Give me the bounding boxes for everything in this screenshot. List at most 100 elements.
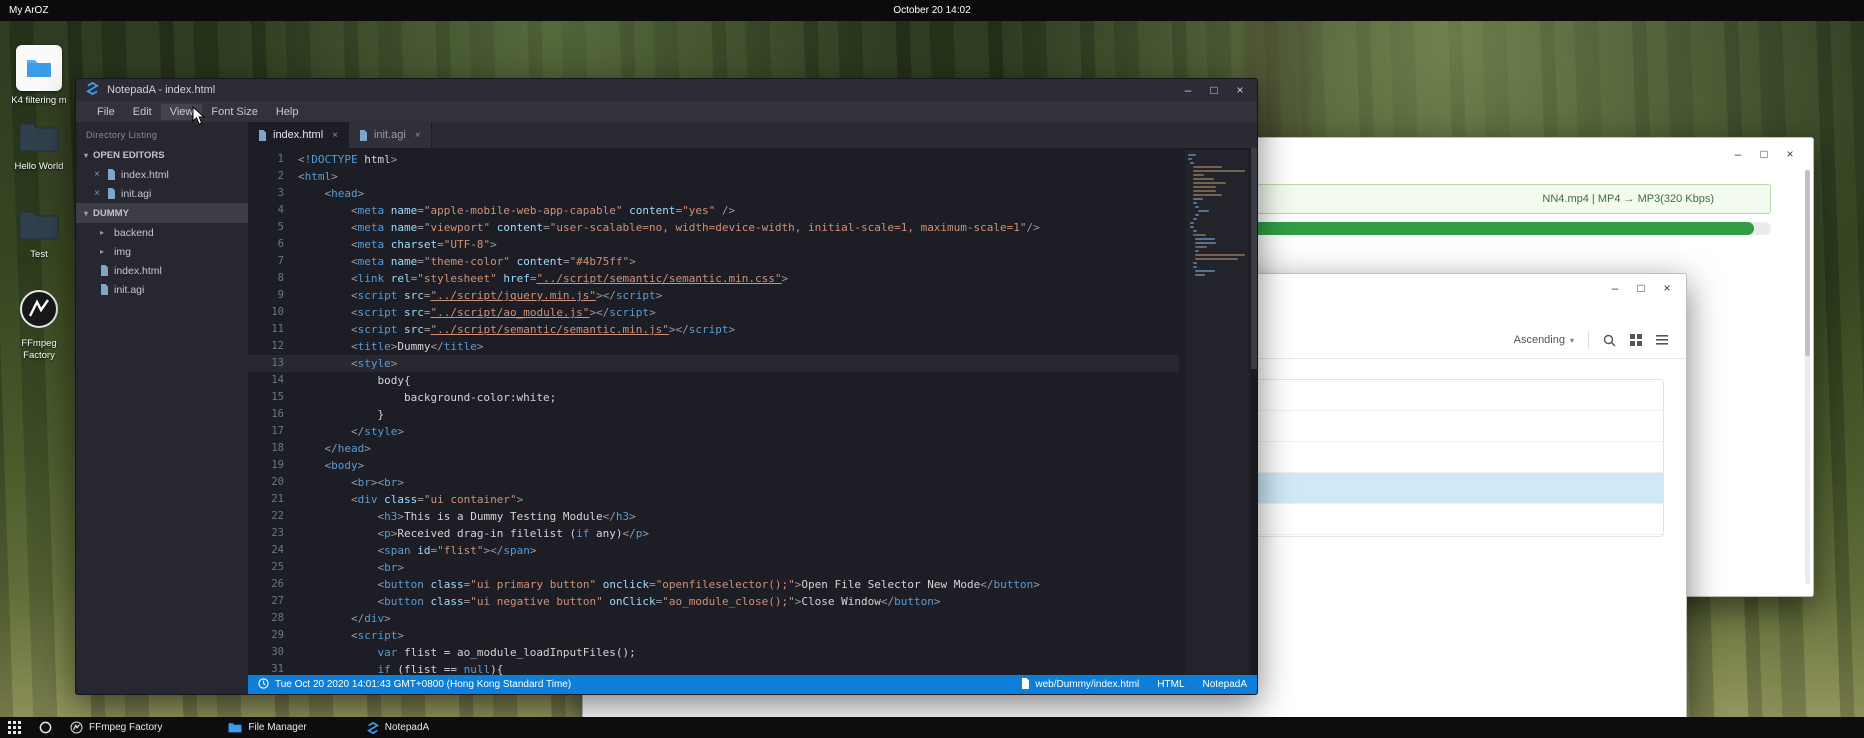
code-line: 10 <script src="../script/ao_module.js">… [248, 304, 1179, 321]
close-button[interactable]: × [1233, 83, 1247, 97]
minimap[interactable] [1185, 150, 1249, 675]
tree-item-backend[interactable]: ▸backend [76, 223, 248, 242]
line-number: 2 [248, 168, 298, 185]
code-line: 18 </head> [248, 440, 1179, 457]
code-line: 12 <title>Dummy</title> [248, 338, 1179, 355]
close-tab-icon[interactable]: × [415, 130, 421, 141]
desktop-icon-k4-filtering[interactable]: K4 filtering m [8, 45, 70, 107]
ffmpeg-factory-icon [70, 721, 83, 734]
minimap-line [1193, 166, 1222, 168]
code-text: <title>Dummy</title> [298, 338, 483, 355]
editor-scrollbar[interactable] [1251, 148, 1257, 675]
line-number: 9 [248, 287, 298, 304]
close-file-icon[interactable]: × [92, 188, 102, 199]
code-line: 5 <meta name="viewport" content="user-sc… [248, 219, 1179, 236]
grid-view-icon[interactable] [1630, 334, 1642, 346]
open-editors-list: ×index.html×init.agi [76, 165, 248, 203]
minimap-line [1195, 270, 1215, 272]
tab-init-agi[interactable]: init.agi× [349, 122, 432, 148]
tree-item-init-agi[interactable]: init.agi [76, 280, 248, 299]
maximize-button[interactable]: □ [1207, 83, 1221, 97]
line-number: 7 [248, 253, 298, 270]
minimap-line [1195, 246, 1207, 248]
code-lines[interactable]: 1<!DOCTYPE html>2<html>3 <head>4 <meta n… [248, 148, 1179, 675]
caret-right-icon: ▸ [100, 228, 104, 237]
maximize-button[interactable]: □ [1757, 147, 1771, 161]
code-line: 25 <br> [248, 559, 1179, 576]
close-file-icon[interactable]: × [92, 169, 102, 180]
code-line: 9 <script src="../script/jquery.min.js">… [248, 287, 1179, 304]
sort-dropdown[interactable]: Ascending ▾ [1514, 334, 1574, 346]
taskbar-circle-icon[interactable] [39, 721, 52, 734]
code-line: 26 <button class="ui primary button" onc… [248, 576, 1179, 593]
close-tab-icon[interactable]: × [332, 130, 338, 141]
taskbar-item-notepada[interactable]: NotepadA [367, 722, 429, 734]
code-text: <!DOCTYPE html> [298, 151, 397, 168]
start-menu-icon[interactable] [8, 721, 21, 734]
desktop-icon-test[interactable]: Test [8, 209, 70, 261]
file-icon [100, 265, 109, 276]
line-number: 12 [248, 338, 298, 355]
menu-view[interactable]: View [161, 104, 203, 120]
desktop-icon-ffmpeg-factory[interactable]: FFmpeg Factory [8, 289, 70, 362]
code-text: <meta charset="UTF-8"> [298, 236, 497, 253]
editor-scrollbar-thumb[interactable] [1251, 148, 1257, 369]
code-line: 24 <span id="flist"></span> [248, 542, 1179, 559]
open-editor-item[interactable]: ×index.html [76, 165, 248, 184]
notepada-titlebar[interactable]: NotepadA - index.html – □ × [76, 79, 1257, 101]
ffmpeg-scrollbar-thumb[interactable] [1805, 170, 1810, 356]
code-line: 15 background-color:white; [248, 389, 1179, 406]
minimap-line [1193, 234, 1206, 236]
desktop-icon-hello-world[interactable]: Hello World [8, 121, 70, 173]
line-number: 19 [248, 457, 298, 474]
menu-font-size[interactable]: Font Size [202, 104, 266, 120]
taskbar-item-ffmpeg-factory[interactable]: FFmpeg Factory [70, 721, 162, 734]
line-number: 23 [248, 525, 298, 542]
project-label: DUMMY [93, 208, 129, 219]
open-editor-item[interactable]: ×init.agi [76, 184, 248, 203]
code-line: 17 </style> [248, 423, 1179, 440]
close-button[interactable]: × [1660, 281, 1674, 295]
line-number: 5 [248, 219, 298, 236]
tree-item-index-html[interactable]: index.html [76, 261, 248, 280]
code-text: body{ [298, 372, 411, 389]
menu-edit[interactable]: Edit [124, 104, 161, 120]
code-line: 29 <script> [248, 627, 1179, 644]
tab-index-html[interactable]: index.html× [248, 122, 349, 148]
search-icon[interactable] [1603, 334, 1616, 347]
list-view-icon[interactable] [1656, 335, 1668, 345]
minimize-button[interactable]: – [1608, 281, 1622, 295]
project-section-dummy[interactable]: ▾ DUMMY [76, 203, 248, 223]
menu-file[interactable]: File [88, 104, 124, 120]
tree-item-img[interactable]: ▸img [76, 242, 248, 261]
taskbar-items: FFmpeg Factory File Manager NotepadA [52, 721, 429, 734]
taskbar-item-file-manager[interactable]: File Manager [228, 722, 306, 733]
code-line: 14 body{ [248, 372, 1179, 389]
minimize-button[interactable]: – [1181, 83, 1195, 97]
status-language[interactable]: HTML [1157, 679, 1184, 690]
code-text: <body> [298, 457, 364, 474]
system-topbar: October 20 14:02 My ArOZ [0, 0, 1864, 21]
code-editor[interactable]: 1<!DOCTYPE html>2<html>3 <head>4 <meta n… [248, 148, 1257, 675]
maximize-button[interactable]: □ [1634, 281, 1648, 295]
minimize-button[interactable]: – [1731, 147, 1745, 161]
editor-tabbar: index.html×init.agi× [248, 122, 1257, 148]
notepada-window[interactable]: NotepadA - index.html – □ × FileEditView… [75, 78, 1258, 695]
file-icon [1021, 678, 1030, 692]
ffmpeg-scrollbar[interactable] [1805, 170, 1810, 584]
item-label: index.html [114, 265, 162, 277]
code-line: 20 <br><br> [248, 474, 1179, 491]
minimap-line [1193, 182, 1226, 184]
minimap-line [1190, 162, 1194, 164]
close-button[interactable]: × [1783, 147, 1797, 161]
menu-help[interactable]: Help [267, 104, 308, 120]
chevron-down-icon: ▾ [1570, 336, 1574, 345]
open-editors-section[interactable]: ▾ OPEN EDITORS [76, 145, 248, 165]
code-text: <br><br> [298, 474, 404, 491]
conversion-task-message: NN4.mp4 | MP4 → MP3(320 Kbps) [1189, 184, 1771, 214]
code-text: </div> [298, 610, 391, 627]
minimap-line [1188, 158, 1192, 160]
code-text: <meta name="viewport" content="user-scal… [298, 219, 1040, 236]
caret-down-icon: ▾ [84, 151, 88, 160]
code-text: <meta name="apple-mobile-web-app-capable… [298, 202, 735, 219]
